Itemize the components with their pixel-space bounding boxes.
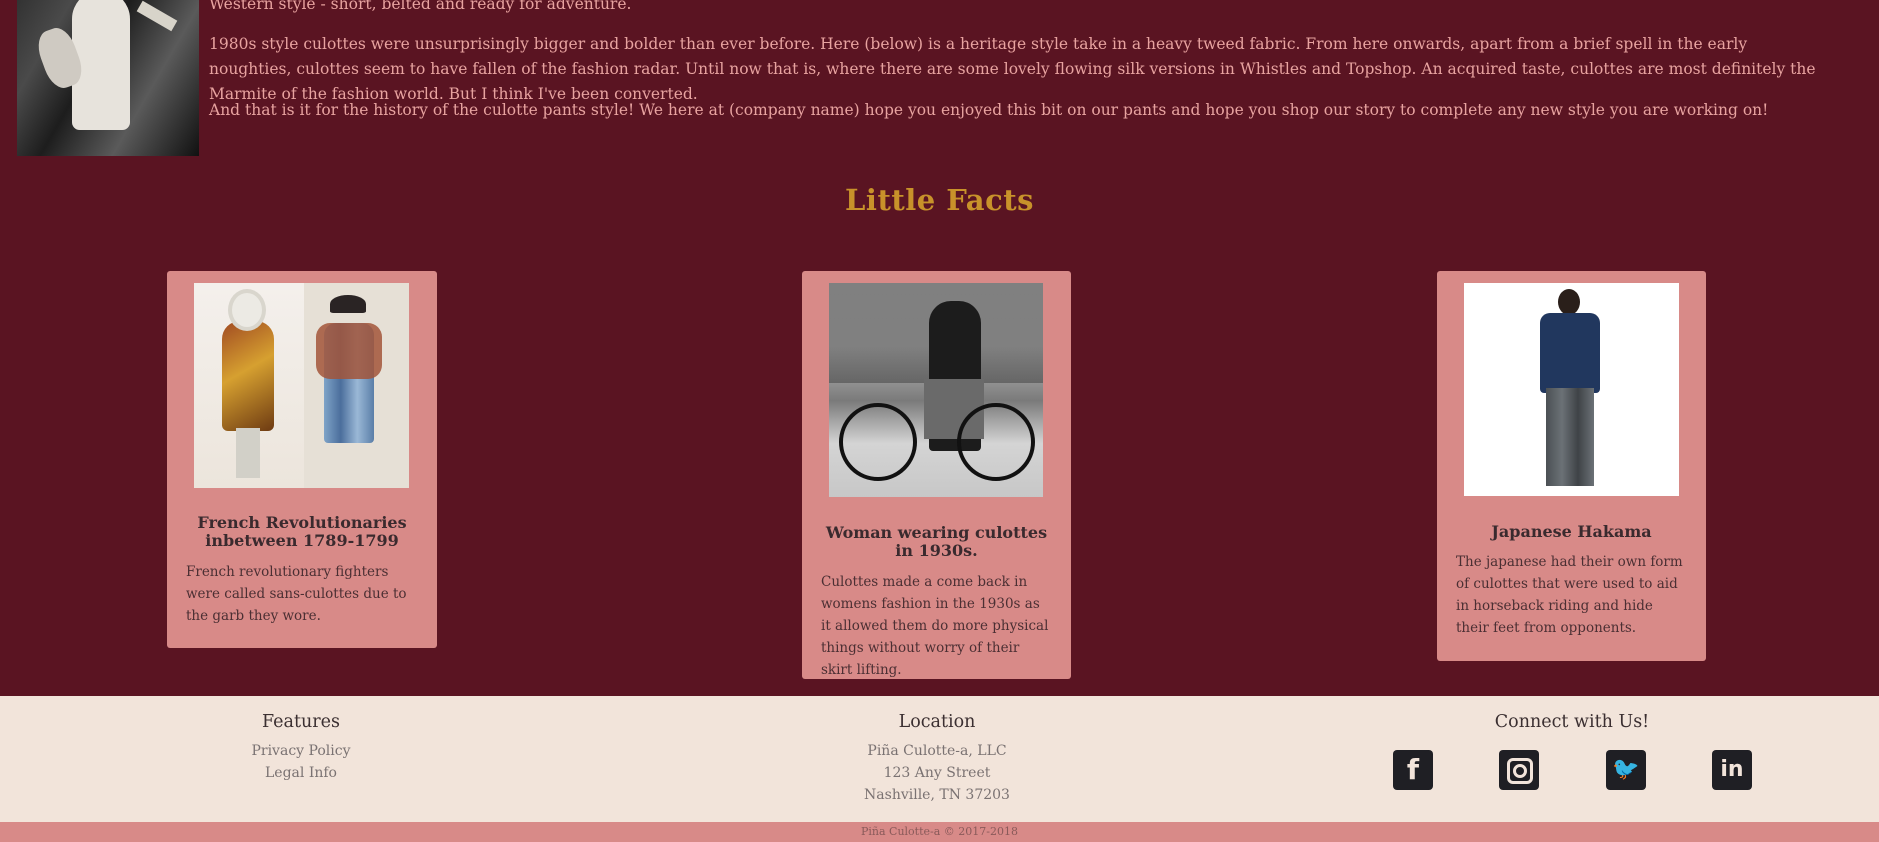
woman-culottes-1930s-image (829, 283, 1043, 497)
figure-legs (236, 428, 260, 478)
image-panel-right (304, 283, 409, 488)
bicycle-wheel (957, 403, 1035, 481)
linkedin-icon[interactable]: in (1712, 750, 1752, 790)
history-section: Western style - short, belted and ready … (0, 0, 1879, 156)
fact-card-description: French revolutionary fighters were calle… (186, 564, 407, 624)
fact-card-title: Woman wearing culottes in 1930s. (825, 523, 1048, 560)
figure-body (222, 321, 274, 431)
fact-card: French Revolutionaries inbetween 1789-17… (167, 271, 437, 648)
footer-connect: Connect with Us! (1422, 710, 1722, 740)
bicycle-wheel (839, 403, 917, 481)
japanese-hakama-image (1464, 283, 1679, 496)
privacy-policy-link[interactable]: Privacy Policy (151, 740, 451, 762)
vintage-culotte-photo (17, 0, 199, 156)
history-paragraph: 1980s style culottes were unsurprisingly… (209, 35, 1816, 103)
street-address: 123 Any Street (883, 765, 991, 781)
city-state-zip: Nashville, TN 37203 (864, 787, 1010, 803)
copyright-bar: Piña Culotte-a © 2017-2018 (0, 822, 1879, 842)
legal-info-link[interactable]: Legal Info (151, 762, 451, 784)
fact-card-title: Japanese Hakama (1491, 522, 1652, 541)
photo-racket (136, 0, 178, 32)
footer-heading: Features (262, 712, 340, 732)
company-name: Piña Culotte-a, LLC (867, 743, 1007, 759)
footer-heading: Connect with Us! (1494, 712, 1650, 732)
figure-kimono (1540, 313, 1600, 393)
footer-location: Location Piña Culotte-a, LLC 123 Any Str… (787, 710, 1087, 806)
footer-heading: Location (898, 712, 976, 732)
history-paragraph: And that is it for the history of the cu… (209, 101, 1769, 119)
history-paragraph: Western style - short, belted and ready … (209, 0, 632, 13)
social-links: f 🐦 in (1393, 750, 1753, 794)
figure-hakama (1546, 388, 1594, 486)
fact-card-description: Culottes made a come back in womens fash… (821, 574, 1049, 678)
facebook-icon[interactable]: f (1393, 750, 1433, 790)
figure-head (1558, 289, 1580, 315)
figure-coat (316, 323, 382, 379)
figure-head (232, 293, 262, 327)
instagram-icon[interactable] (1499, 750, 1539, 790)
french-revolutionaries-image (194, 283, 409, 488)
image-panel-left (194, 283, 304, 488)
fact-card-title: French Revolutionaries inbetween 1789-17… (197, 513, 407, 550)
fact-card-description: The japanese had their own form of culot… (1456, 554, 1683, 636)
fact-card: Woman wearing culottes in 1930s. Culotte… (802, 271, 1071, 679)
figure-hat (330, 295, 366, 313)
fact-card: Japanese Hakama The japanese had their o… (1437, 271, 1706, 661)
twitter-icon[interactable]: 🐦 (1606, 750, 1646, 790)
little-facts-heading: Little Facts (845, 183, 1034, 217)
footer-features: Features Privacy Policy Legal Info (151, 710, 451, 784)
site-footer: Features Privacy Policy Legal Info Locat… (0, 696, 1879, 822)
